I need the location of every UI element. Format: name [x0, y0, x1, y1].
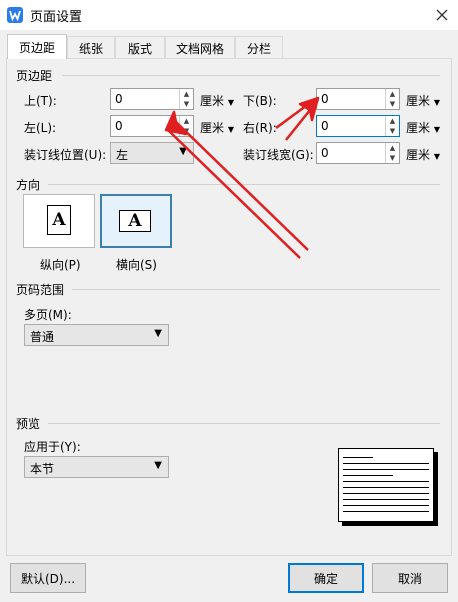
tab-layout[interactable]: 版式 [115, 36, 165, 59]
left-margin-label: 左(L): [24, 121, 57, 135]
cancel-button[interactable]: 取消 [372, 563, 448, 593]
bottom-margin-input[interactable]: 0 ▲ ▼ [316, 88, 400, 110]
chevron-down-icon: ▼ [154, 460, 162, 471]
apply-to-select[interactable]: 本节 ▼ [24, 456, 169, 478]
gutter-width-label: 装订线宽(G): [243, 148, 314, 162]
preview-section-title: 预览 [16, 417, 41, 431]
top-margin-input[interactable]: 0 ▲ ▼ [110, 88, 194, 110]
landscape-page-icon: A [119, 210, 151, 232]
portrait-page-icon: A [47, 205, 71, 235]
divider [48, 423, 440, 424]
unit-dropdown[interactable]: 厘米 ▼ [406, 92, 440, 109]
spin-arrows-icon[interactable]: ▲ ▼ [179, 116, 193, 136]
divider [48, 184, 440, 185]
gutter-width-input[interactable]: 0 ▲ ▼ [316, 142, 400, 164]
gutter-position-label: 装订线位置(U): [24, 148, 107, 162]
ok-button[interactable]: 确定 [288, 563, 364, 593]
landscape-option[interactable]: A [100, 194, 172, 248]
spin-arrows-icon[interactable]: ▲ ▼ [385, 116, 399, 136]
left-margin-input[interactable]: 0 ▲ ▼ [110, 115, 194, 137]
close-button[interactable] [430, 3, 454, 27]
spin-arrows-icon[interactable]: ▲ ▼ [179, 89, 193, 109]
page-preview [338, 448, 438, 526]
spin-arrows-icon[interactable]: ▲ ▼ [385, 89, 399, 109]
unit-dropdown[interactable]: 厘米 ▼ [200, 92, 234, 109]
unit-dropdown[interactable]: 厘米 ▼ [406, 119, 440, 136]
multi-pages-label: 多页(M): [24, 308, 72, 322]
default-button[interactable]: 默认(D)... [10, 563, 86, 593]
divider [62, 75, 440, 76]
tab-margins[interactable]: 页边距 [7, 34, 67, 59]
unit-dropdown[interactable]: 厘米 ▼ [406, 146, 440, 163]
spin-arrows-icon[interactable]: ▲ ▼ [385, 143, 399, 163]
tab-paper[interactable]: 纸张 [67, 36, 115, 59]
gutter-position-select[interactable]: 左 ▼ [110, 142, 194, 164]
tab-columns[interactable]: 分栏 [235, 36, 283, 59]
top-margin-label: 上(T): [24, 94, 57, 108]
orientation-section-title: 方向 [16, 178, 41, 192]
bottom-margin-label: 下(B): [243, 94, 277, 108]
tab-doc-grid[interactable]: 文档网格 [165, 36, 235, 59]
window-title: 页面设置 [30, 10, 83, 25]
close-icon [436, 9, 448, 21]
multi-pages-select[interactable]: 普通 ▼ [24, 324, 169, 346]
portrait-option[interactable]: A [23, 194, 95, 248]
margins-section-title: 页边距 [16, 69, 53, 83]
app-logo-icon [7, 7, 23, 23]
right-margin-input[interactable]: 0 ▲ ▼ [316, 115, 400, 137]
landscape-label: 横向(S) [116, 258, 157, 272]
divider [72, 289, 440, 290]
chevron-down-icon: ▼ [154, 328, 162, 339]
right-margin-label: 右(R): [243, 121, 277, 135]
unit-dropdown[interactable]: 厘米 ▼ [200, 119, 234, 136]
portrait-label: 纵向(P) [40, 258, 81, 272]
chevron-down-icon: ▼ [179, 146, 187, 157]
page-range-section-title: 页码范围 [16, 283, 65, 297]
apply-to-label: 应用于(Y): [24, 440, 81, 454]
